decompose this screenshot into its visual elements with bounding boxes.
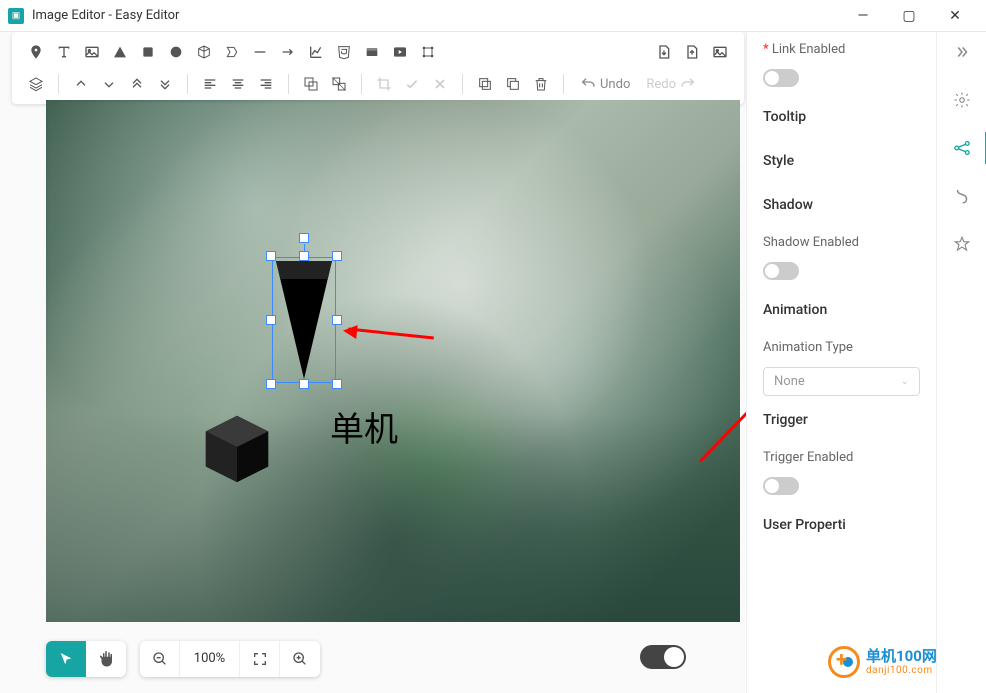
shadow-enabled-toggle[interactable] [763,262,799,280]
copy-icon[interactable] [499,70,527,98]
canvas-area[interactable]: Undo Redo [0,32,746,693]
crop-icon[interactable] [370,70,398,98]
select-mode-button[interactable] [46,641,86,677]
move-down-icon[interactable] [95,70,123,98]
card-tool-icon[interactable] [358,38,386,66]
html-tool-icon[interactable] [330,38,358,66]
nodes-tool-icon[interactable] [414,38,442,66]
animation-type-label: Animation Type [763,330,920,361]
undo-label: Undo [600,77,630,92]
window-controls: ― ▢ ✕ [840,0,978,32]
animation-type-select[interactable]: None ⌄ [763,367,920,396]
properties-panel: Link Enabled Tooltip Style Shadow Shadow… [746,32,936,693]
link-enabled-toggle[interactable] [763,69,799,87]
rail-settings-icon[interactable] [952,90,972,110]
watermark-cn: 单机100网 [866,648,937,665]
icon-rail [936,32,986,693]
watermark-en: danji100.com [866,665,937,676]
upload-icon[interactable] [678,38,706,66]
canvas-preview-toggle[interactable] [640,645,686,669]
resize-handle-tl[interactable] [266,251,276,261]
animation-section-header[interactable]: Animation [763,286,920,330]
zoom-in-button[interactable] [280,641,320,677]
selected-triangle-shape[interactable] [272,257,336,383]
delete-icon[interactable] [527,70,555,98]
ungroup-icon[interactable] [325,70,353,98]
resize-handle-br[interactable] [332,379,342,389]
minimize-button[interactable]: ― [840,0,886,32]
rectangle-tool-icon[interactable] [134,38,162,66]
maximize-button[interactable]: ▢ [886,0,932,32]
line-tool-icon[interactable] [246,38,274,66]
annotation-arrow-1-head [335,323,357,339]
canvas-text-object[interactable]: 单机 [330,402,398,451]
watermark-icon [828,646,860,678]
link-enabled-label: Link Enabled [763,32,920,63]
pan-mode-button[interactable] [86,641,126,677]
rail-nodes-icon[interactable] [952,138,972,158]
chevron-down-icon: ⌄ [901,376,909,387]
rail-vine-icon[interactable] [952,186,972,206]
window-title: Image Editor - Easy Editor [32,8,840,23]
bottom-controls: 100% [46,641,320,677]
resize-handle-tm[interactable] [299,251,309,261]
redo-label: Redo [646,77,676,92]
cancel-icon[interactable] [426,70,454,98]
close-button[interactable]: ✕ [932,0,978,32]
rail-expand-icon[interactable] [952,42,972,62]
align-left-icon[interactable] [196,70,224,98]
trigger-enabled-toggle[interactable] [763,477,799,495]
animation-type-value: None [774,374,805,389]
resize-handle-ml[interactable] [266,315,276,325]
user-properties-header[interactable]: User Properti [763,501,920,545]
export-image-icon[interactable] [706,38,734,66]
zoom-level-label: 100% [180,641,240,677]
zoom-fit-button[interactable] [240,641,280,677]
canvas-background-image[interactable] [46,100,740,622]
resize-handle-tr[interactable] [332,251,342,261]
zoom-group: 100% [140,641,320,677]
trigger-enabled-label: Trigger Enabled [763,440,920,471]
circle-tool-icon[interactable] [162,38,190,66]
image-tool-icon[interactable] [78,38,106,66]
group-icon[interactable] [297,70,325,98]
shadow-section-header[interactable]: Shadow [763,181,920,225]
align-center-icon[interactable] [224,70,252,98]
undo-button[interactable]: Undo [572,76,638,92]
toolbar: Undo Redo [12,32,744,104]
cube-tool-icon[interactable] [190,38,218,66]
tooltip-section-header[interactable]: Tooltip [763,93,920,137]
text-tool-icon[interactable] [50,38,78,66]
move-bottom-icon[interactable] [151,70,179,98]
align-right-icon[interactable] [252,70,280,98]
download-icon[interactable] [650,38,678,66]
watermark: 单机100网 danji100.com [828,639,978,685]
video-tool-icon[interactable] [386,38,414,66]
resize-handle-bl[interactable] [266,379,276,389]
move-top-icon[interactable] [123,70,151,98]
triangle-tool-icon[interactable] [106,38,134,66]
duplicate-icon[interactable] [471,70,499,98]
rotation-handle[interactable] [299,233,309,243]
arrow-tool-icon[interactable] [274,38,302,66]
layers-icon[interactable] [22,70,50,98]
rail-star-icon[interactable] [952,234,972,254]
style-section-header[interactable]: Style [763,137,920,181]
cube-shape[interactable] [198,408,276,486]
polygon-tool-icon[interactable] [218,38,246,66]
mode-group [46,641,126,677]
move-up-icon[interactable] [67,70,95,98]
redo-button[interactable]: Redo [638,76,704,92]
confirm-icon[interactable] [398,70,426,98]
zoom-out-button[interactable] [140,641,180,677]
app-icon: ▣ [8,8,24,24]
chart-tool-icon[interactable] [302,38,330,66]
titlebar: ▣ Image Editor - Easy Editor ― ▢ ✕ [0,0,986,32]
resize-handle-bm[interactable] [299,379,309,389]
marker-tool-icon[interactable] [22,38,50,66]
shadow-enabled-label: Shadow Enabled [763,225,920,256]
trigger-section-header[interactable]: Trigger [763,396,920,440]
